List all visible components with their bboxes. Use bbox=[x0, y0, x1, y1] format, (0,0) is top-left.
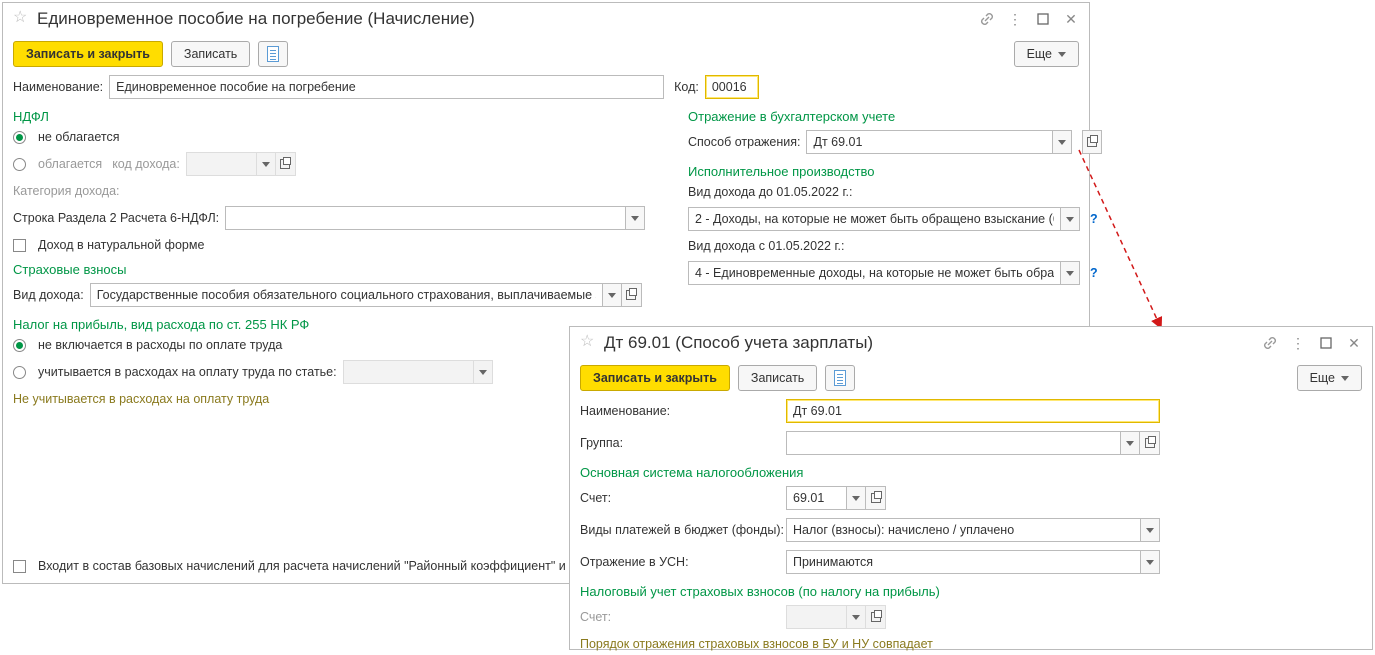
more-icon-2[interactable]: ⋮ bbox=[1290, 335, 1306, 351]
usn-dropdown[interactable] bbox=[1140, 550, 1160, 574]
group-label: Группа: bbox=[580, 436, 780, 450]
method-label: Способ отражения: bbox=[688, 135, 800, 149]
exec-before-label: Вид дохода до 01.05.2022 г.: bbox=[688, 185, 852, 199]
radio-taxed[interactable] bbox=[13, 158, 26, 171]
account-open[interactable] bbox=[866, 486, 886, 510]
account-dropdown[interactable] bbox=[846, 486, 866, 510]
link-icon[interactable] bbox=[979, 11, 995, 27]
base-accruals-checkbox[interactable] bbox=[13, 560, 26, 573]
save-close-button[interactable]: Записать и закрыть bbox=[13, 41, 163, 67]
save-button-2[interactable]: Записать bbox=[738, 365, 817, 391]
radio-not-taxed-label: не облагается bbox=[38, 130, 120, 144]
profit-note: Не учитывается в расходах на оплату труд… bbox=[13, 392, 269, 406]
group-input[interactable] bbox=[786, 431, 1120, 455]
code-input[interactable] bbox=[705, 75, 759, 99]
window2-note: Порядок отражения страховых взносов в БУ… bbox=[580, 637, 933, 651]
window-salary-method: ☆ Дт 69.01 (Способ учета зарплаты) ⋮ ✕ З… bbox=[569, 326, 1373, 650]
insurance-kind-dropdown[interactable] bbox=[602, 283, 622, 307]
radio-profit-incl[interactable] bbox=[13, 366, 26, 379]
exec-after-help-icon[interactable]: ? bbox=[1090, 266, 1098, 280]
exec-before-help-icon[interactable]: ? bbox=[1090, 212, 1098, 226]
radio-profit-excl-label: не включается в расходы по оплате труда bbox=[38, 338, 282, 352]
section-main-tax: Основная система налогообложения bbox=[570, 459, 1372, 482]
save-close-button-2[interactable]: Записать и закрыть bbox=[580, 365, 730, 391]
section-insurance: Страховые взносы bbox=[3, 256, 658, 279]
budget-label: Виды платежей в бюджет (фонды): bbox=[580, 523, 780, 537]
exec-after-dropdown[interactable] bbox=[1060, 261, 1080, 285]
account2-open bbox=[866, 605, 886, 629]
section-accounting: Отражение в бухгалтерском учете bbox=[678, 103, 1112, 126]
income-code-input bbox=[186, 152, 256, 176]
natural-income-label: Доход в натуральной форме bbox=[38, 238, 204, 252]
close-icon-2[interactable]: ✕ bbox=[1346, 335, 1362, 351]
account2-input bbox=[786, 605, 846, 629]
method-input[interactable] bbox=[806, 130, 1052, 154]
link-icon-2[interactable] bbox=[1262, 335, 1278, 351]
close-icon[interactable]: ✕ bbox=[1063, 11, 1079, 27]
more-button[interactable]: Еще bbox=[1014, 41, 1079, 67]
line6-label: Строка Раздела 2 Расчета 6-НДФЛ: bbox=[13, 211, 219, 225]
method-dropdown[interactable] bbox=[1052, 130, 1072, 154]
account2-label: Счет: bbox=[580, 610, 780, 624]
document-icon-button-2[interactable] bbox=[825, 365, 855, 391]
account-label: Счет: bbox=[580, 491, 780, 505]
maximize-icon-2[interactable] bbox=[1318, 335, 1334, 351]
radio-taxed-label: облагается bbox=[38, 157, 102, 171]
more-button-2[interactable]: Еще bbox=[1297, 365, 1362, 391]
account-input[interactable] bbox=[786, 486, 846, 510]
income-code-dropdown bbox=[256, 152, 276, 176]
document-icon-button[interactable] bbox=[258, 41, 288, 67]
line6-input[interactable] bbox=[225, 206, 625, 230]
favorite-icon-2[interactable]: ☆ bbox=[580, 334, 596, 350]
income-code-label: код дохода: bbox=[112, 157, 180, 171]
name2-label: Наименование: bbox=[580, 404, 780, 418]
name2-input[interactable] bbox=[786, 399, 1160, 423]
name-label: Наименование: bbox=[13, 80, 103, 94]
natural-income-checkbox[interactable] bbox=[13, 239, 26, 252]
document-icon-2 bbox=[834, 370, 846, 386]
income-code-open bbox=[276, 152, 296, 176]
exec-before-dropdown[interactable] bbox=[1060, 207, 1080, 231]
group-open[interactable] bbox=[1140, 431, 1160, 455]
profit-article-input bbox=[343, 360, 473, 384]
budget-input[interactable] bbox=[786, 518, 1140, 542]
document-icon bbox=[267, 46, 279, 62]
window-title: Единовременное пособие на погребение (На… bbox=[37, 9, 979, 29]
favorite-icon[interactable]: ☆ bbox=[13, 10, 29, 26]
account2-dropdown bbox=[846, 605, 866, 629]
radio-profit-incl-label: учитывается в расходах на оплату труда п… bbox=[38, 365, 337, 379]
more-icon[interactable]: ⋮ bbox=[1007, 11, 1023, 27]
insurance-kind-label: Вид дохода: bbox=[13, 288, 84, 302]
base-accruals-label: Входит в состав базовых начислений для р… bbox=[38, 559, 583, 573]
radio-not-taxed[interactable] bbox=[13, 131, 26, 144]
section-exec: Исполнительное производство bbox=[678, 158, 1112, 181]
name-input[interactable] bbox=[109, 75, 664, 99]
exec-before-input[interactable] bbox=[688, 207, 1060, 231]
section-ndfl: НДФЛ bbox=[3, 103, 658, 126]
group-dropdown[interactable] bbox=[1120, 431, 1140, 455]
maximize-icon[interactable] bbox=[1035, 11, 1051, 27]
save-button[interactable]: Записать bbox=[171, 41, 250, 67]
usn-input[interactable] bbox=[786, 550, 1140, 574]
profit-article-dropdown bbox=[473, 360, 493, 384]
line6-dropdown[interactable] bbox=[625, 206, 645, 230]
method-open[interactable] bbox=[1082, 130, 1102, 154]
window2-title: Дт 69.01 (Способ учета зарплаты) bbox=[604, 333, 1262, 353]
budget-dropdown[interactable] bbox=[1140, 518, 1160, 542]
code-label: Код: bbox=[674, 80, 699, 94]
usn-label: Отражение в УСН: bbox=[580, 555, 780, 569]
radio-profit-excl[interactable] bbox=[13, 339, 26, 352]
insurance-kind-open[interactable] bbox=[622, 283, 642, 307]
exec-after-label: Вид дохода с 01.05.2022 г.: bbox=[688, 239, 844, 253]
income-category-label: Категория дохода: bbox=[13, 184, 120, 198]
section-tax-ins: Налоговый учет страховых взносов (по нал… bbox=[570, 578, 1372, 601]
section-profit: Налог на прибыль, вид расхода по ст. 255… bbox=[3, 311, 658, 334]
exec-after-input[interactable] bbox=[688, 261, 1060, 285]
insurance-kind-input[interactable] bbox=[90, 283, 602, 307]
